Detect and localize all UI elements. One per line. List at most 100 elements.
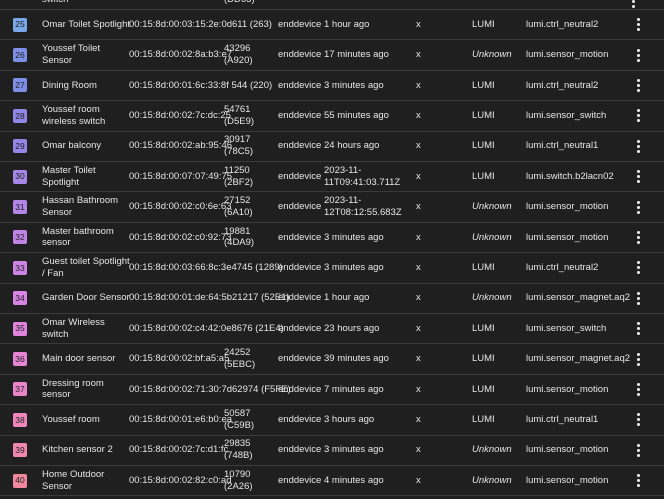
last-seen: 7 minutes ago bbox=[324, 383, 384, 395]
nwk-address: 54761 (D5E9) bbox=[224, 104, 255, 127]
more-vert-icon[interactable] bbox=[632, 40, 644, 69]
ieee-address: 00:15:8d:00:02:bf:a5:a5 bbox=[129, 353, 230, 365]
model-id: lumi.switch.b2lacn02 bbox=[526, 170, 614, 182]
device-id-badge: 28 bbox=[13, 108, 27, 123]
table-row[interactable]: 40 Home Outdoor Sensor 00:15:8d:00:02:82:c… bbox=[0, 466, 664, 497]
device-name: Youssef room bbox=[42, 413, 100, 425]
nwk-address bbox=[224, 284, 276, 313]
manufacturer: LUMI bbox=[472, 413, 495, 425]
device-id-badge: 34 bbox=[13, 291, 27, 306]
table-row[interactable]: 30 Master Toilet Spotlight 00:15:8d:00:07:… bbox=[0, 162, 664, 193]
more-vert-icon[interactable] bbox=[632, 71, 644, 100]
device-name: Omar balcony bbox=[42, 140, 102, 152]
power-source: x bbox=[416, 292, 421, 304]
more-vert-icon[interactable] bbox=[632, 162, 644, 191]
more-vert-icon[interactable] bbox=[632, 132, 644, 161]
manufacturer: LUMI bbox=[472, 18, 495, 30]
device-type: enddevice bbox=[278, 322, 322, 334]
manufacturer: LUMI bbox=[472, 170, 495, 182]
power-source: x bbox=[416, 322, 421, 334]
last-seen: 17 minutes ago bbox=[324, 49, 389, 61]
power-source: x bbox=[416, 383, 421, 395]
last-seen: 2023-11-11T09:41:03.711Z bbox=[324, 164, 401, 188]
table-row[interactable]: 37 Dressing room sensor 00:15:8d:00:02:71:… bbox=[0, 375, 664, 406]
device-name: Kitchen sensor 2 bbox=[42, 444, 113, 456]
table-row[interactable]: 39 Kitchen sensor 2 00:15:8d:00:02:7c:d1:f… bbox=[0, 436, 664, 466]
model-id: lumi.sensor_switch bbox=[526, 109, 607, 121]
ieee-address: 00:15:8d:00:03:66:8c:3e4745 (1289) bbox=[129, 261, 283, 273]
power-source: x bbox=[416, 170, 421, 182]
table-row[interactable]: 31 Hassan Bathroom Sensor 00:15:8d:00:02:c… bbox=[0, 192, 664, 223]
power-source: x bbox=[416, 231, 421, 243]
manufacturer: LUMI bbox=[472, 79, 495, 91]
more-vert-icon[interactable] bbox=[632, 405, 644, 434]
table-row[interactable]: 38 Youssef room 00:15:8d:00:01:e6:b0:ea 505… bbox=[0, 405, 664, 436]
device-id-badge: 40 bbox=[13, 473, 27, 488]
table-row[interactable]: 33 Guest toilet Spotlight / Fan 00:15:8d:0… bbox=[0, 253, 664, 284]
device-name: Hassan Bathroom Sensor bbox=[42, 195, 119, 219]
device-id-badge: 36 bbox=[13, 352, 27, 367]
device-name: switch bbox=[42, 0, 130, 9]
device-type: enddevice bbox=[278, 353, 322, 365]
table-row[interactable]: 28 Youssef room wireless switch 00:15:8d:0… bbox=[0, 101, 664, 132]
model-id: lumi.ctrl_neutral2 bbox=[526, 79, 599, 91]
ieee-address: 00:15:8d:00:02:7c:d1:fc bbox=[129, 444, 229, 456]
more-vert-icon[interactable] bbox=[632, 10, 644, 39]
last-seen: 23 hours ago bbox=[324, 322, 380, 334]
ieee-address: 00:15:8d:00:02:71:30:7d62974 (F5FE) bbox=[129, 383, 291, 395]
more-vert-icon[interactable] bbox=[632, 253, 644, 282]
more-vert-icon[interactable] bbox=[632, 0, 644, 9]
manufacturer: LUMI bbox=[472, 140, 495, 152]
table-row[interactable]: 32 Master bathroom sensor 00:15:8d:00:02:c… bbox=[0, 223, 664, 254]
table-row[interactable]: 36 Main door sensor 00:15:8d:00:02:bf:a5:a… bbox=[0, 344, 664, 375]
table-row[interactable]: 25 Omar Toilet Spotlight 00:15:8d:00:03:15… bbox=[0, 10, 664, 41]
power-source: x bbox=[416, 201, 421, 213]
device-id-badge: 26 bbox=[13, 48, 27, 63]
device-id-badge: 30 bbox=[13, 169, 27, 184]
last-seen: 39 minutes ago bbox=[324, 353, 389, 365]
device-type: enddevice bbox=[278, 474, 322, 486]
device-name: Master Toilet Spotlight bbox=[42, 164, 96, 188]
manufacturer: Unknown bbox=[472, 444, 512, 456]
power-source: x bbox=[416, 79, 421, 91]
last-seen: 3 minutes ago bbox=[324, 79, 384, 91]
ieee-address: 00:15:8d:00:02:7c:dc:25 bbox=[129, 109, 231, 121]
more-vert-icon[interactable] bbox=[632, 314, 644, 343]
table-row[interactable]: 27 Dining Room 00:15:8d:00:01:6c:33:8f 544… bbox=[0, 71, 664, 102]
power-source: x bbox=[416, 140, 421, 152]
more-vert-icon[interactable] bbox=[632, 375, 644, 404]
last-seen: 3 minutes ago bbox=[324, 261, 384, 273]
more-vert-icon[interactable] bbox=[632, 344, 644, 373]
ieee-address: 00:15:8d:00:01:6c:33:8f 544 (220) bbox=[129, 79, 273, 91]
table-row[interactable]: 35 Omar Wireless switch 00:15:8d:00:02:c4:… bbox=[0, 314, 664, 345]
model-id: lumi.ctrl_neutral2 bbox=[526, 261, 599, 273]
device-name: Guest toilet Spotlight / Fan bbox=[42, 256, 130, 279]
more-vert-icon[interactable] bbox=[632, 284, 644, 313]
manufacturer: Unknown bbox=[472, 201, 512, 213]
nwk-address bbox=[224, 314, 276, 343]
model-id: lumi.sensor_magnet.aq2 bbox=[526, 353, 631, 365]
more-vert-icon[interactable] bbox=[632, 192, 644, 221]
last-seen: 24 hours ago bbox=[324, 140, 380, 152]
nwk-address: 50587 (C59B) bbox=[224, 408, 255, 431]
device-id-badge: 37 bbox=[13, 382, 27, 397]
table-row[interactable]: 26 Youssef Toilet Sensor 00:15:8d:00:02:8a… bbox=[0, 40, 664, 71]
device-id-badge: 33 bbox=[13, 260, 27, 275]
ieee-address: 00:15:8d:00:02:ab:95:46 bbox=[129, 140, 233, 152]
device-id-badge: 25 bbox=[13, 17, 27, 32]
ieee-address: 00:15:8d:00:02:c0:6e:63 bbox=[129, 201, 232, 213]
device-name: Dressing room sensor bbox=[42, 377, 104, 401]
manufacturer: Unknown bbox=[472, 292, 512, 304]
more-vert-icon[interactable] bbox=[632, 223, 644, 252]
nwk-address: (DD63) bbox=[224, 0, 276, 9]
table-row[interactable]: 29 Omar balcony 00:15:8d:00:02:ab:95:46 309… bbox=[0, 132, 664, 162]
more-vert-icon[interactable] bbox=[632, 466, 644, 495]
device-type: enddevice bbox=[278, 292, 322, 304]
table-row-partial[interactable]: switch (DD63) bbox=[0, 0, 664, 10]
device-id-badge: 29 bbox=[13, 139, 27, 154]
table-row[interactable]: 34 Garden Door Sensor 00:15:8d:00:01:de:64… bbox=[0, 284, 664, 314]
model-id: lumi.sensor_switch bbox=[526, 322, 607, 334]
more-vert-icon[interactable] bbox=[632, 101, 644, 130]
device-id-badge: 32 bbox=[13, 230, 27, 245]
more-vert-icon[interactable] bbox=[632, 436, 644, 465]
